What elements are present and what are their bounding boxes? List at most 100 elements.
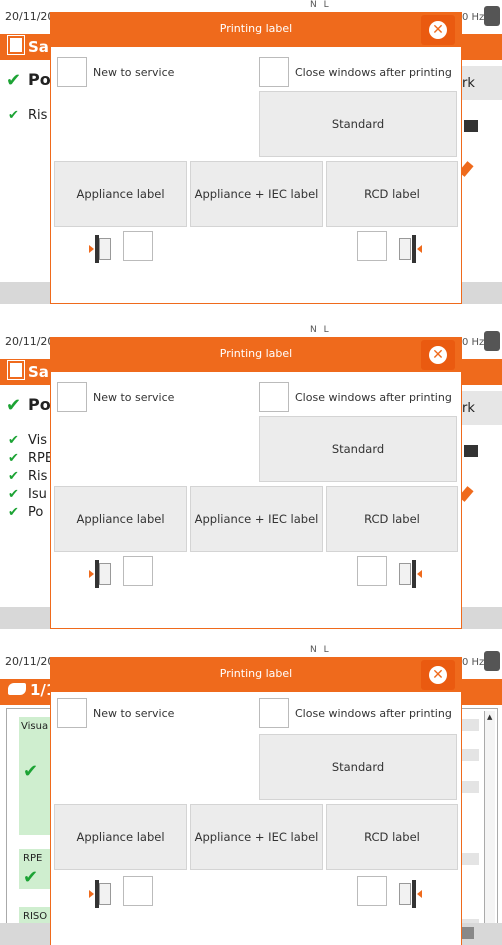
appliance-iec-label-button[interactable]: Appliance + IEC label — [190, 486, 323, 552]
rcd-label-button[interactable]: RCD label — [326, 161, 458, 227]
background-row: Ris — [28, 469, 48, 484]
new-to-service-label: New to service — [93, 707, 175, 720]
frequency-text: 0 Hz — [462, 657, 485, 668]
left-label-checkbox[interactable] — [123, 556, 153, 586]
printing-label-dialog: Printing label ✕ New to service Close wi… — [50, 337, 462, 629]
close-after-printing-checkbox[interactable] — [259, 57, 289, 87]
label-right-icon — [399, 560, 422, 588]
background-row: Isu — [28, 487, 47, 502]
check-icon: ✔ — [6, 395, 22, 416]
close-after-printing-label: Close windows after printing — [295, 707, 452, 720]
printing-label-dialog: Printing label ✕ New to service Close wi… — [50, 12, 462, 304]
plug-icon — [8, 683, 26, 695]
background-title: Sa — [28, 363, 49, 381]
right-label-checkbox[interactable] — [357, 231, 387, 261]
table-row: RPE — [23, 853, 43, 864]
standard-button[interactable]: Standard — [259, 734, 457, 800]
close-icon: ✕ — [429, 666, 447, 684]
printer-icon — [464, 120, 478, 132]
dialog-header: Printing label ✕ — [51, 13, 461, 47]
printing-label-dialog: Printing label ✕ New to service Close wi… — [50, 657, 462, 945]
close-icon: ✕ — [429, 346, 447, 364]
dialog-title: Printing label — [219, 667, 293, 680]
table-row: RISO — [23, 911, 48, 922]
close-button[interactable]: ✕ — [421, 15, 455, 45]
close-after-printing-checkbox[interactable] — [259, 382, 289, 412]
check-icon: ✔ — [6, 70, 22, 91]
device-icon — [484, 651, 500, 671]
left-label-checkbox[interactable] — [123, 231, 153, 261]
screen-3: 20/11/20 N L 0 Hz 1/1 Visua ✔ RPE ✔ RISO… — [0, 645, 502, 945]
new-to-service-label: New to service — [93, 66, 175, 79]
screen-1: 20/11/20 N L 0 Hz Sa ✔ Po ✔ Ris rk Print… — [0, 0, 502, 305]
background-row: Vis — [28, 433, 47, 448]
check-icon: ✔ — [8, 469, 19, 484]
check-icon: ✔ — [8, 451, 19, 466]
printer-icon — [464, 445, 478, 457]
background-button[interactable]: rk — [460, 391, 502, 425]
screen-2: 20/11/20 N L 0 Hz Sa ✔ Po ✔ Vis ✔ RPE ✔ … — [0, 325, 502, 630]
check-icon: ✔ — [8, 505, 19, 520]
check-icon: ✔ — [23, 761, 39, 782]
label-left-icon — [89, 560, 111, 588]
check-icon: ✔ — [8, 108, 19, 123]
background-button[interactable]: rk — [460, 66, 502, 100]
appliance-label-button[interactable]: Appliance label — [54, 804, 187, 870]
new-to-service-checkbox[interactable] — [57, 57, 87, 87]
scrollbar[interactable]: ▲ ▼ — [484, 711, 495, 937]
label-left-icon — [89, 235, 111, 263]
device-icon — [484, 6, 500, 26]
save-icon — [7, 35, 25, 55]
appliance-iec-label-button[interactable]: Appliance + IEC label — [190, 804, 323, 870]
save-icon — [7, 360, 25, 380]
background-button[interactable] — [460, 435, 502, 469]
dialog-title: Printing label — [219, 347, 293, 360]
dialog-title: Printing label — [219, 22, 293, 35]
dialog-header: Printing label ✕ — [51, 658, 461, 692]
label-right-icon — [399, 235, 422, 263]
appliance-iec-label-button[interactable]: Appliance + IEC label — [190, 161, 323, 227]
background-button[interactable] — [460, 110, 502, 144]
date-text: 20/11/20 — [5, 335, 55, 348]
rcd-label-button[interactable]: RCD label — [326, 804, 458, 870]
background-row: Po — [28, 395, 51, 414]
phase-indicator: N L — [310, 645, 331, 655]
background-title: Sa — [28, 38, 49, 56]
check-icon: ✔ — [8, 487, 19, 502]
phase-indicator: N L — [310, 325, 331, 335]
frequency-text: 0 Hz — [462, 337, 485, 348]
toolbar-icon[interactable] — [460, 927, 474, 939]
date-text: 20/11/20 — [5, 655, 55, 668]
label-left-icon — [89, 880, 111, 908]
check-icon: ✔ — [23, 867, 39, 888]
close-after-printing-label: Close windows after printing — [295, 391, 452, 404]
left-label-checkbox[interactable] — [123, 876, 153, 906]
appliance-label-button[interactable]: Appliance label — [54, 486, 187, 552]
appliance-label-button[interactable]: Appliance label — [54, 161, 187, 227]
close-after-printing-checkbox[interactable] — [259, 698, 289, 728]
right-label-checkbox[interactable] — [357, 556, 387, 586]
frequency-text: 0 Hz — [462, 12, 485, 23]
check-icon: ✔ — [8, 433, 19, 448]
new-to-service-checkbox[interactable] — [57, 698, 87, 728]
standard-button[interactable]: Standard — [259, 91, 457, 157]
label-right-icon — [399, 880, 422, 908]
rcd-label-button[interactable]: RCD label — [326, 486, 458, 552]
close-button[interactable]: ✕ — [421, 660, 455, 690]
new-to-service-label: New to service — [93, 391, 175, 404]
dialog-header: Printing label ✕ — [51, 338, 461, 372]
background-row: Ris — [28, 108, 48, 123]
table-row: Visua — [21, 721, 49, 732]
device-icon — [484, 331, 500, 351]
scroll-up-icon[interactable]: ▲ — [487, 713, 492, 721]
close-after-printing-label: Close windows after printing — [295, 66, 452, 79]
background-row: Po — [28, 70, 51, 89]
standard-button[interactable]: Standard — [259, 416, 457, 482]
new-to-service-checkbox[interactable] — [57, 382, 87, 412]
phase-indicator: N L — [310, 0, 331, 10]
close-icon: ✕ — [429, 21, 447, 39]
background-row: Po — [28, 505, 44, 520]
right-label-checkbox[interactable] — [357, 876, 387, 906]
date-text: 20/11/20 — [5, 10, 55, 23]
close-button[interactable]: ✕ — [421, 340, 455, 370]
